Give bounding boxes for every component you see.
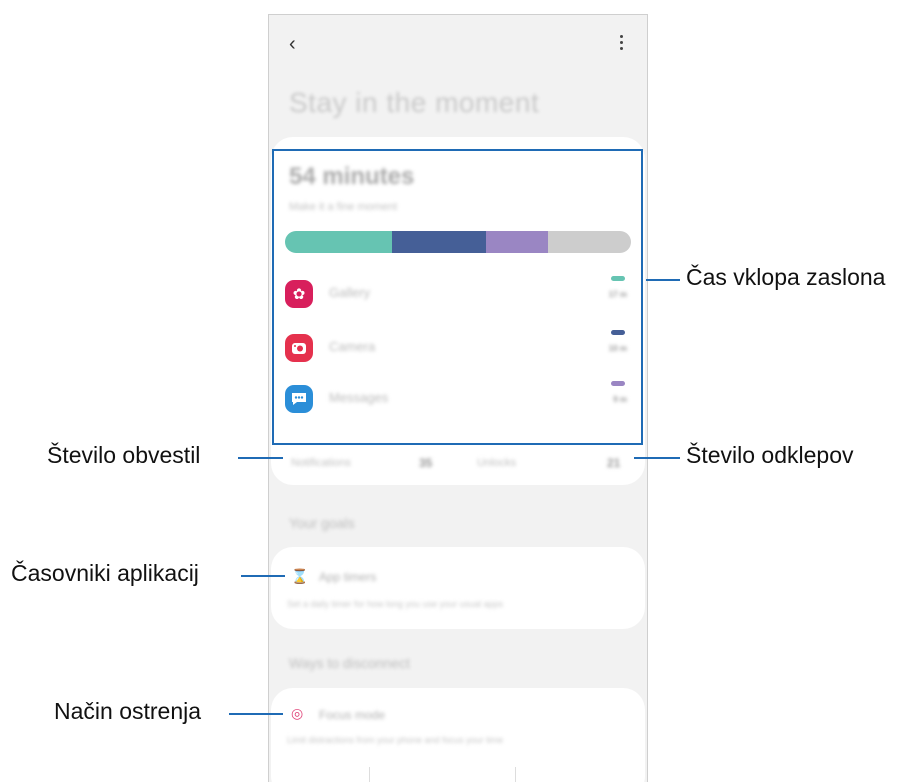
focus-mode-title: Focus mode: [319, 708, 386, 722]
hourglass-icon: ⌛: [291, 568, 309, 584]
focus-mode-desc: Limit distractions from your phone and f…: [287, 735, 504, 745]
back-icon[interactable]: ‹: [289, 33, 296, 56]
divider: [369, 767, 370, 782]
callout-screen-time: Čas vklopa zaslona: [686, 264, 886, 290]
callout-line: [229, 713, 283, 715]
callout-unlocks: Število odklepov: [686, 442, 854, 468]
callout-notifications: Število obvestil: [47, 442, 201, 468]
disconnect-heading: Ways to disconnect: [289, 655, 410, 671]
callout-line: [238, 457, 283, 459]
page-title: Stay in the moment: [289, 87, 540, 118]
goals-heading: Your goals: [289, 515, 355, 531]
notifications-label: Notifications: [291, 457, 351, 469]
app-timers-card[interactable]: [271, 547, 645, 629]
top-bar: ‹: [269, 15, 647, 75]
app-timers-title: App timers: [319, 570, 377, 584]
callout-line: [646, 279, 680, 281]
unlocks-count: 21: [607, 456, 621, 470]
stats-row: Notifications 35 Unlocks 21: [269, 445, 647, 485]
more-options-icon[interactable]: [619, 35, 625, 55]
divider: [515, 767, 516, 782]
target-icon: ◎: [291, 705, 304, 721]
unlocks-label: Unlocks: [477, 457, 517, 469]
notifications-count: 35: [419, 456, 433, 470]
phone-screen: ‹ Stay in the moment 54 minutes Make it …: [268, 14, 648, 782]
app-timers-desc: Set a daily timer for how long you use y…: [287, 599, 504, 609]
callout-app-timers: Časovniki aplikacij: [11, 560, 199, 586]
screen-time-highlight: [272, 149, 643, 445]
callout-focus-mode: Način ostrenja: [54, 698, 202, 724]
callout-line: [241, 575, 285, 577]
callout-line: [634, 457, 680, 459]
